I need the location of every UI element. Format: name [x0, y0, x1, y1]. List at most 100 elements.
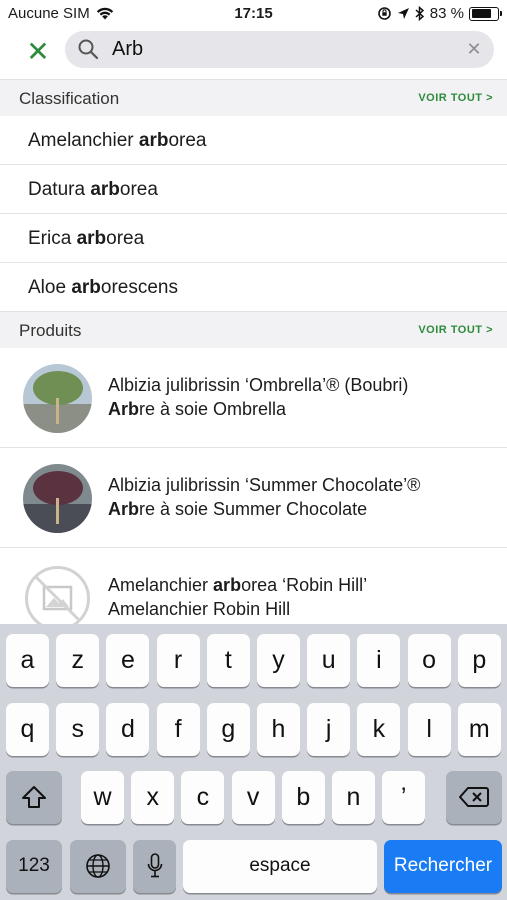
- search-key[interactable]: Rechercher: [384, 840, 502, 893]
- key-m[interactable]: m: [457, 703, 501, 756]
- key-q[interactable]: q: [6, 703, 49, 756]
- label-match: arb: [90, 179, 120, 200]
- key-o[interactable]: o: [407, 634, 451, 687]
- label-prefix: Erica: [28, 228, 77, 249]
- key-f[interactable]: f: [156, 703, 200, 756]
- product-result-row[interactable]: Albizia julibrissin ‘Summer Chocolate’® A…: [0, 448, 507, 548]
- key-d[interactable]: d: [106, 703, 150, 756]
- location-arrow-icon: [397, 8, 409, 19]
- classification-result-row[interactable]: Datura arborea: [0, 165, 507, 214]
- keyboard: a z e r t y u i o p q s d f g h j k l m w x c v b n’ 123 espace Rech…: [0, 624, 507, 900]
- key-p[interactable]: p: [457, 634, 501, 687]
- search-input[interactable]: [112, 35, 452, 64]
- see-all-classification-link[interactable]: VOIR TOUT >: [418, 92, 493, 104]
- product-thumbnail: [23, 464, 92, 533]
- product-thumbnail: [23, 564, 92, 633]
- label-suffix: orescens: [100, 277, 178, 298]
- label-prefix: Datura: [28, 179, 91, 200]
- product-photo: [23, 364, 92, 433]
- product-thumbnail: [23, 364, 92, 433]
- name-suffix: re à soie Summer Chocolate: [139, 499, 368, 519]
- name-prefix: Amelanchier: [108, 575, 214, 595]
- key-x[interactable]: x: [131, 771, 175, 824]
- orientation-lock-icon: [377, 7, 391, 20]
- key-u[interactable]: u: [307, 634, 351, 687]
- status-bar: Aucune SIM 17:15 83 %: [0, 0, 507, 28]
- key-l[interactable]: l: [407, 703, 451, 756]
- key-g[interactable]: g: [206, 703, 250, 756]
- label-match: arb: [76, 228, 107, 249]
- classification-result-row[interactable]: Erica arborea: [0, 214, 507, 263]
- microphone-icon: [147, 853, 162, 878]
- key-r[interactable]: r: [156, 634, 200, 687]
- delete-key[interactable]: [446, 771, 502, 824]
- classification-result-row[interactable]: Amelanchier arborea: [0, 116, 507, 165]
- label-prefix: Aloe: [28, 277, 72, 298]
- globe-icon: [86, 854, 110, 878]
- product-botanical-name: Albizia julibrissin ‘Ombrella’® (Boubri): [108, 375, 408, 396]
- key-z[interactable]: z: [56, 634, 100, 687]
- name-suffix: Amelanchier Robin Hill: [108, 599, 291, 619]
- key-t[interactable]: t: [206, 634, 250, 687]
- classification-section-header: Classification VOIR TOUT >: [0, 79, 507, 116]
- bluetooth-icon: [415, 6, 424, 21]
- classification-result-row[interactable]: Aloe arborescens: [0, 263, 507, 312]
- key-v[interactable]: v: [231, 771, 275, 824]
- name-match: Arb: [108, 499, 139, 519]
- key-s[interactable]: s: [56, 703, 100, 756]
- key-c[interactable]: c: [181, 771, 225, 824]
- key-a[interactable]: a: [6, 634, 49, 687]
- dictation-key[interactable]: [133, 840, 176, 893]
- key-n[interactable]: n: [332, 771, 375, 824]
- shift-icon: [22, 786, 46, 808]
- key-w[interactable]: w: [81, 771, 124, 824]
- no-image-icon: [25, 566, 90, 631]
- key-e[interactable]: e: [106, 634, 150, 687]
- key-h[interactable]: h: [257, 703, 300, 756]
- name-suffix: re à soie Ombrella: [139, 399, 287, 419]
- see-all-products-link[interactable]: VOIR TOUT >: [418, 324, 493, 336]
- product-botanical-name: Amelanchier arborea ‘Robin Hill’: [108, 575, 367, 596]
- result-label: Datura arborea: [28, 179, 158, 201]
- name-prefix: Albizia julibrissin ‘Ombrella’® (Boubri): [108, 375, 409, 395]
- close-icon[interactable]: ✕: [22, 36, 54, 68]
- numbers-key[interactable]: 123: [6, 840, 62, 893]
- shift-key[interactable]: [6, 771, 62, 824]
- backspace-icon: [459, 787, 489, 807]
- space-key[interactable]: espace: [183, 840, 377, 893]
- name-prefix: Albizia julibrissin ‘Summer Chocolate’®: [108, 475, 421, 495]
- battery-icon: [469, 6, 502, 21]
- label-match: arb: [138, 130, 169, 151]
- clear-search-icon[interactable]: ✕: [464, 39, 484, 59]
- battery-percent: 83 %: [429, 5, 464, 22]
- search-bar[interactable]: ✕: [65, 31, 494, 68]
- battery-fill: [471, 9, 492, 18]
- label-suffix: orea: [106, 228, 145, 249]
- label-match: arb: [71, 277, 101, 298]
- label-suffix: orea: [119, 179, 158, 200]
- name-match: arb: [213, 575, 242, 595]
- label-suffix: orea: [168, 130, 207, 151]
- product-botanical-name: Albizia julibrissin ‘Summer Chocolate’®: [108, 475, 420, 496]
- products-section-header: Produits VOIR TOUT >: [0, 311, 507, 348]
- section-title: Classification: [19, 89, 120, 108]
- label-prefix: Amelanchier: [28, 130, 139, 151]
- key-k[interactable]: k: [357, 703, 401, 756]
- product-common-name: Arbre à soie Ombrella: [108, 399, 286, 420]
- search-icon: [78, 39, 99, 60]
- result-label: Erica arborea: [28, 228, 144, 250]
- search-header: ✕ ✕: [0, 28, 507, 78]
- key-j[interactable]: j: [307, 703, 351, 756]
- product-common-name: Amelanchier Robin Hill: [108, 599, 290, 620]
- result-label: Amelanchier arborea: [28, 130, 207, 152]
- name-match: Arb: [108, 399, 139, 419]
- product-result-row[interactable]: Albizia julibrissin ‘Ombrella’® (Boubri)…: [0, 348, 507, 448]
- key-b[interactable]: b: [281, 771, 325, 824]
- key-i[interactable]: i: [357, 634, 401, 687]
- key-apostrophe[interactable]: ’: [382, 771, 426, 824]
- name-suffix: orea ‘Robin Hill’: [241, 575, 368, 595]
- key-y[interactable]: y: [257, 634, 300, 687]
- product-common-name: Arbre à soie Summer Chocolate: [108, 499, 367, 520]
- globe-key[interactable]: [70, 840, 126, 893]
- section-title: Produits: [19, 321, 82, 340]
